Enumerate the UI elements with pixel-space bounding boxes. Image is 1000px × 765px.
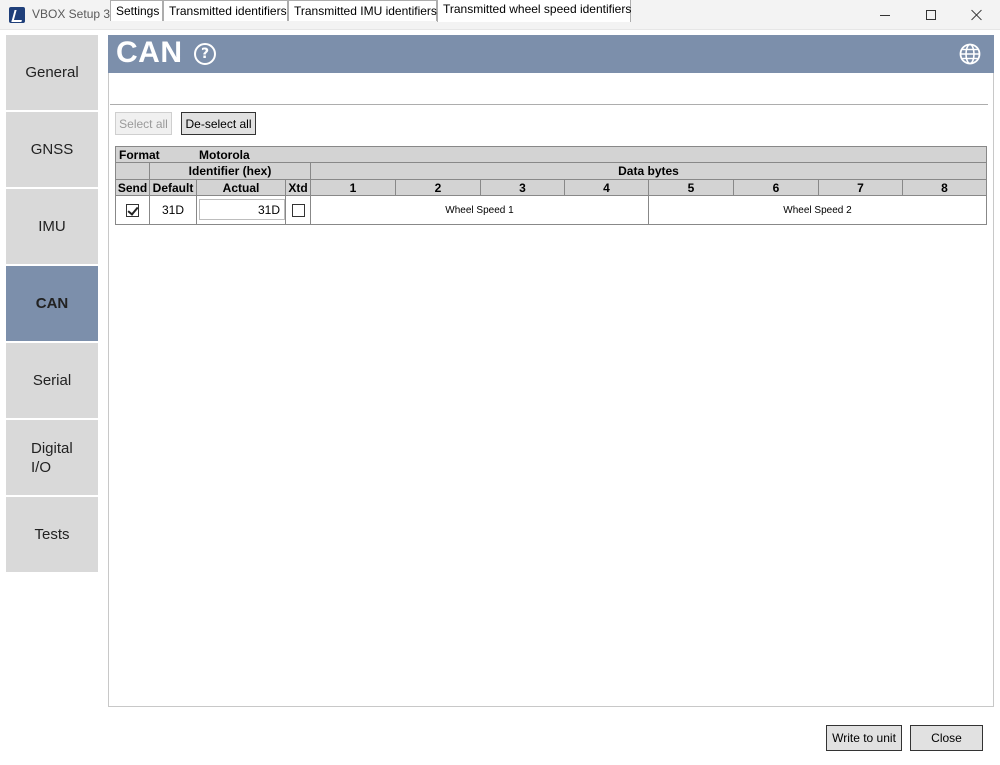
minimize-button[interactable]: [862, 0, 908, 30]
actual-id-input[interactable]: [199, 199, 285, 220]
sidebar-item-serial[interactable]: Serial: [6, 343, 98, 418]
byte-5-header: 5: [649, 180, 734, 196]
actual-column-header: Actual: [197, 180, 286, 196]
globe-icon[interactable]: [959, 43, 981, 65]
byte-6-header: 6: [734, 180, 819, 196]
help-icon[interactable]: ?: [194, 43, 216, 65]
maximize-button[interactable]: [908, 0, 954, 30]
byte-4-header: 4: [565, 180, 649, 196]
sidebar-item-imu[interactable]: IMU: [6, 189, 98, 264]
xtd-checkbox[interactable]: [291, 203, 305, 217]
send-checkbox[interactable]: [126, 203, 139, 217]
tab-strip-border: [110, 104, 988, 105]
xtd-column-header: Xtd: [286, 180, 311, 196]
format-row: Format Motorola: [116, 147, 986, 163]
deselect-all-button[interactable]: De-select all: [181, 112, 256, 135]
wheel-speed-2-cell[interactable]: Wheel Speed 2: [649, 196, 986, 224]
format-value[interactable]: Motorola: [199, 148, 250, 162]
send-cell: [116, 196, 150, 224]
xtd-cell: [286, 196, 311, 224]
tab-transmitted-identifiers[interactable]: Transmitted identifiers: [163, 0, 288, 21]
format-label: Format: [119, 147, 160, 162]
app-icon: [9, 7, 25, 23]
byte-7-header: 7: [819, 180, 903, 196]
byte-2-header: 2: [396, 180, 481, 196]
sidebar-item-gnss[interactable]: GNSS: [6, 112, 98, 187]
maximize-icon: [926, 10, 936, 20]
data-bytes-header: Data bytes: [311, 163, 986, 180]
close-button[interactable]: Close: [910, 725, 983, 751]
select-all-button[interactable]: Select all: [115, 112, 172, 135]
sidebar-item-digital-io[interactable]: Digital I/O: [6, 420, 98, 495]
sidebar-item-tests[interactable]: Tests: [6, 497, 98, 572]
write-to-unit-button[interactable]: Write to unit: [826, 725, 902, 751]
tab-transmitted-wheel-speed-identifiers[interactable]: Transmitted wheel speed identifiers: [437, 0, 631, 22]
byte-8-header: 8: [903, 180, 986, 196]
identifier-hex-header: Identifier (hex): [150, 163, 311, 180]
page-title: CAN: [116, 36, 183, 69]
byte-3-header: 3: [481, 180, 565, 196]
sidebar-item-can[interactable]: CAN: [6, 266, 98, 341]
tab-settings[interactable]: Settings: [110, 0, 163, 21]
byte-1-header: 1: [311, 180, 396, 196]
default-id-cell: 31D: [150, 196, 197, 224]
minimize-icon: [880, 14, 890, 16]
tab-transmitted-imu-identifiers[interactable]: Transmitted IMU identifiers: [288, 0, 437, 21]
page-header: CAN ?: [108, 35, 994, 73]
default-column-header: Default: [150, 180, 197, 196]
sidebar-item-general[interactable]: General: [6, 35, 98, 110]
close-window-button[interactable]: [954, 0, 1000, 30]
send-column-header: Send: [116, 180, 150, 196]
close-icon: [971, 9, 983, 21]
send-group-header: [116, 163, 150, 180]
wheel-speed-1-cell[interactable]: Wheel Speed 1: [311, 196, 649, 224]
